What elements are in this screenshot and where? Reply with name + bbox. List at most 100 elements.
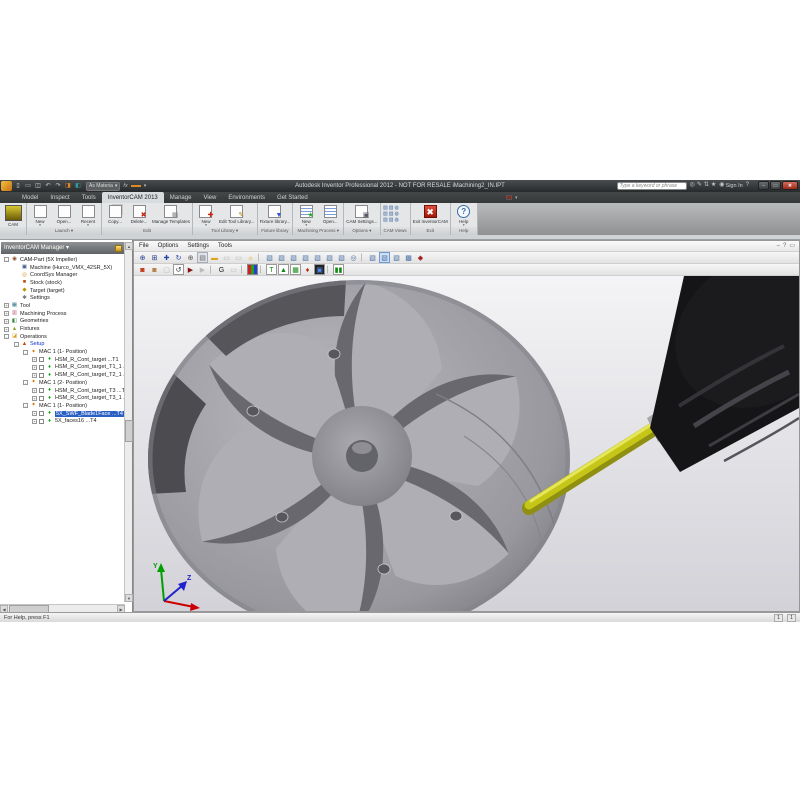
clip-plane-icon[interactable]: ▢ xyxy=(161,264,172,275)
scroll-up-icon[interactable]: ▲ xyxy=(125,242,133,250)
tree-item-fixtures[interactable]: + ▲ Fixtures xyxy=(0,325,125,333)
tree-item-operation[interactable]: + ♦ HSM_R_Cont_target_T2_1 ...T2 xyxy=(0,371,125,379)
tree-item-machining-process[interactable]: + ▥ Machining Process xyxy=(0,310,125,318)
cam-button[interactable]: CAM xyxy=(2,204,24,227)
ribbon-tab[interactable]: Manage xyxy=(164,192,198,203)
view-iso1-icon[interactable]: ▧ xyxy=(264,252,275,263)
expander-icon[interactable]: + xyxy=(32,411,37,416)
scrollbar-thumb[interactable] xyxy=(125,420,133,442)
chevron-down-icon[interactable]: ▾ xyxy=(515,195,518,201)
tree-item-operation[interactable]: + ♦ 5X_faces16 ...T4 xyxy=(0,417,125,425)
ribbon-tab[interactable]: Environments xyxy=(222,192,271,203)
view-iso2-icon[interactable]: ▧ xyxy=(276,252,287,263)
ribbon-group-label[interactable] xyxy=(0,227,26,235)
minimize-icon[interactable]: – xyxy=(777,242,780,251)
tree-item-operation[interactable]: + ♦ HSM_R_Cont_target_T3 ...T3 xyxy=(0,387,125,395)
pause-icon[interactable]: ▮▮ xyxy=(333,264,344,275)
sign-in-button[interactable]: ◉ Sign In xyxy=(719,181,742,190)
ribbon-group-label[interactable]: Fixture library xyxy=(258,227,293,235)
operations-table-icon[interactable]: ▦ xyxy=(290,264,301,275)
menu-item[interactable]: Options xyxy=(158,243,179,249)
launch-new-button[interactable]: New ▾ xyxy=(29,204,51,227)
machine-simulation-icon[interactable]: ▣ xyxy=(314,264,325,275)
tree-item-operation[interactable]: + ♦ HSM_R_Cont_target ...T1 xyxy=(0,356,125,364)
expander-icon[interactable]: - xyxy=(23,403,28,408)
view-iso6-icon[interactable]: ▧ xyxy=(324,252,335,263)
measure-icon[interactable]: ▬ xyxy=(209,252,220,263)
coordinate-view-icon[interactable]: ◆ xyxy=(415,252,426,263)
rotate-icon[interactable]: ↻ xyxy=(173,252,184,263)
ribbon-tab[interactable]: Model xyxy=(16,192,44,203)
expander-icon[interactable]: + xyxy=(32,419,37,424)
operation-checkbox[interactable] xyxy=(39,396,44,401)
inventor-logo[interactable] xyxy=(1,181,12,191)
tree-item-coordsys-manager[interactable]: ◎ CoordSys Manager xyxy=(0,271,125,279)
expander-icon[interactable]: - xyxy=(4,334,9,339)
save-icon[interactable]: ◫ xyxy=(34,181,42,191)
color-bar-icon[interactable] xyxy=(247,264,258,275)
tree-item-cam-part[interactable]: - ◉ CAM-Part (5X Impeller) xyxy=(0,256,125,264)
ribbon-tab[interactable]: Get Started xyxy=(271,192,314,203)
separator[interactable] xyxy=(361,253,365,262)
cam-views-buttons[interactable]: ▧▧◍▧▧◍▧▧◍ xyxy=(383,204,405,224)
tree-horizontal-scrollbar[interactable]: ◀ ▶ xyxy=(0,604,125,612)
tree-vertical-scrollbar[interactable]: ▲ ▼ xyxy=(124,242,132,602)
menu-item[interactable]: File xyxy=(139,243,149,249)
zoom-window-icon[interactable]: ⊞ xyxy=(149,252,160,263)
manage-templates-button[interactable]: ▦ Manage Templates xyxy=(152,204,190,224)
shade-mode-icon[interactable]: ◎ xyxy=(348,252,359,263)
updates-icon[interactable]: ⇅ xyxy=(704,181,709,190)
tool-library-new-button[interactable]: ✚ New ▾ xyxy=(195,204,217,227)
copy-button[interactable]: Copy... xyxy=(104,204,126,224)
open-file-icon[interactable]: ▭ xyxy=(24,181,32,191)
zoom-select-icon[interactable]: ⊕ xyxy=(185,252,196,263)
close-button[interactable]: ✖ xyxy=(782,181,798,190)
operation-checkbox[interactable] xyxy=(39,357,44,362)
tree-item-target[interactable]: ◆ Target (target) xyxy=(0,287,125,295)
ribbon-group-label[interactable]: Options ▾ xyxy=(344,227,379,235)
solid-verify-icon[interactable]: ◙ xyxy=(137,264,148,275)
scroll-down-icon[interactable]: ▼ xyxy=(125,594,133,602)
addin-icon[interactable] xyxy=(506,195,512,200)
tree-item-operation[interactable]: + ♦ HSM_R_Cont_target_T3_1 ...T3 xyxy=(0,394,125,402)
ribbon-tab[interactable]: Tools xyxy=(76,192,102,203)
community-search-icon[interactable]: ◎ xyxy=(690,181,695,190)
qat-overflow-icon[interactable]: ▾ xyxy=(144,183,147,189)
maximize-icon[interactable]: ▭ xyxy=(789,242,795,251)
ribbon-group-label[interactable]: Machining Process ▾ xyxy=(293,227,343,235)
show-tool-icon[interactable]: T xyxy=(266,264,277,275)
separator[interactable] xyxy=(327,265,331,274)
search-input[interactable] xyxy=(617,182,687,190)
ribbon-group-label[interactable]: Launch ▾ xyxy=(27,227,101,235)
separator[interactable] xyxy=(210,265,214,274)
zoom-icon[interactable]: ⊕ xyxy=(137,252,148,263)
ribbon-group-label[interactable]: Edit xyxy=(102,227,192,235)
view-top-icon[interactable]: ▧ xyxy=(379,252,390,263)
light-icon[interactable]: ☼ xyxy=(245,252,256,263)
tree-item-settings[interactable]: ✱ Settings xyxy=(0,294,125,302)
tree-item-mac2[interactable]: - ✦ MAC 1 (2- Position) xyxy=(0,379,125,387)
help-icon[interactable]: ? xyxy=(783,242,786,251)
appearance-slider[interactable] xyxy=(131,185,141,187)
launch-open-button[interactable]: Open... xyxy=(53,204,75,224)
edit-tool-library-button[interactable]: ✎ Edit Tool Library... xyxy=(219,204,255,224)
expander-icon[interactable]: + xyxy=(4,303,9,308)
delete-button[interactable]: ✖ Delete... xyxy=(128,204,150,224)
expander-icon[interactable]: + xyxy=(4,327,9,332)
tree-item-tool[interactable]: + ▦ Tool xyxy=(0,302,125,310)
exit-inventorcam-button[interactable]: ✖ Exit InventorCAM xyxy=(413,204,448,224)
tree-item-operations[interactable]: - ◪ Operations xyxy=(0,333,125,341)
expander-icon[interactable]: + xyxy=(32,357,37,362)
tree-item-operation-selected[interactable]: + ♦ 5X_SWF_Blade1Face ...T4 xyxy=(0,410,125,418)
ribbon-tab[interactable]: InventorCAM 2013 xyxy=(102,192,164,203)
help-menu-icon[interactable]: ? xyxy=(746,181,749,190)
operation-checkbox[interactable] xyxy=(39,373,44,378)
material-dropdown[interactable]: As Materia ▾ xyxy=(86,182,120,191)
expander-icon[interactable]: + xyxy=(4,319,9,324)
menu-item[interactable]: Tools xyxy=(218,243,232,249)
operation-checkbox[interactable] xyxy=(39,419,44,424)
ribbon-group-label[interactable]: Help xyxy=(451,227,477,235)
redo-icon[interactable]: ↷ xyxy=(54,181,62,191)
update-icon[interactable]: ◧ xyxy=(74,181,82,191)
expander-icon[interactable]: - xyxy=(23,380,28,385)
